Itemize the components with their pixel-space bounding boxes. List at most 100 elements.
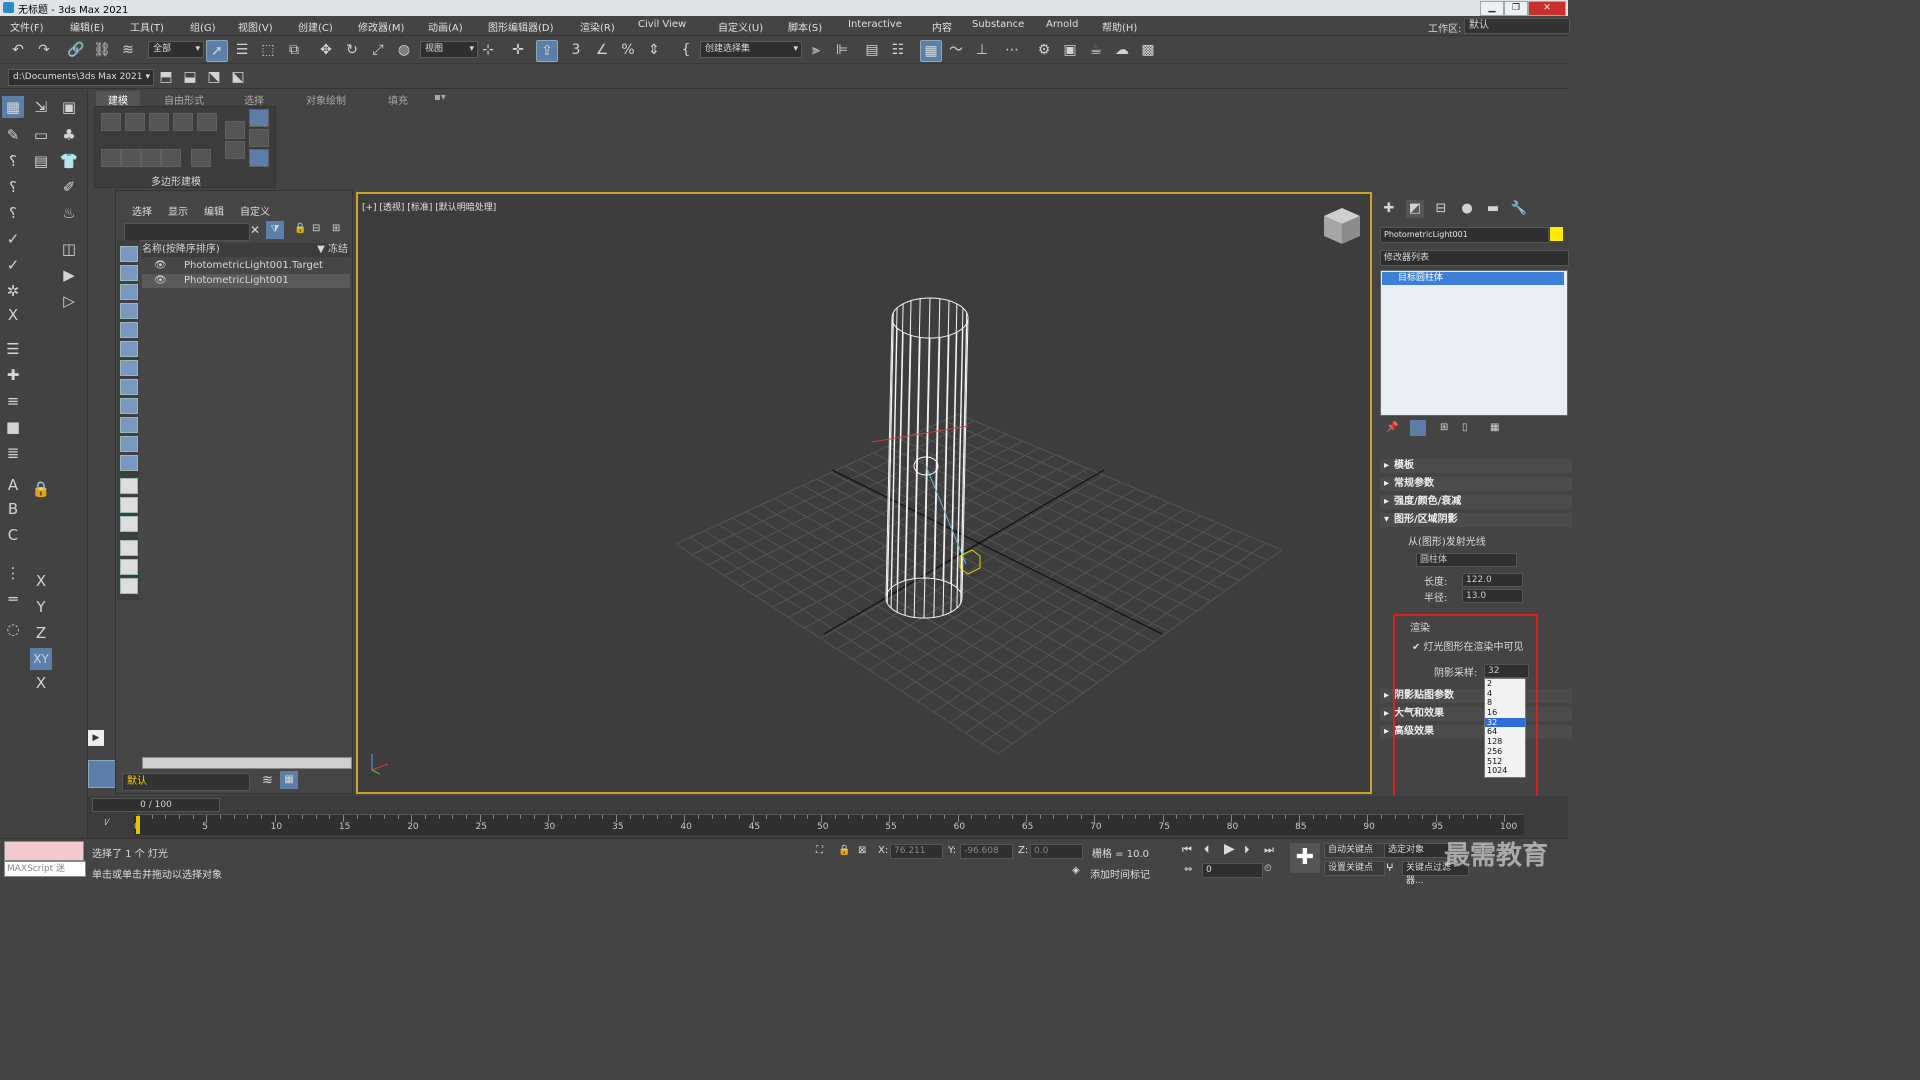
ribbon-tab-selection[interactable]: 选择: [244, 92, 264, 107]
import-icon[interactable]: ⇲: [30, 96, 52, 118]
visibility-eye-icon[interactable]: 👁: [154, 274, 167, 288]
selection-lock-icon[interactable]: 🔒: [838, 845, 850, 856]
dropdown-option-selected[interactable]: 32: [1485, 717, 1525, 728]
dropdown-option[interactable]: 2: [1485, 679, 1525, 689]
next-frame-icon[interactable]: ⏵: [1244, 843, 1250, 857]
display-all-icon[interactable]: [120, 478, 138, 494]
menu-arnold[interactable]: Arnold: [1046, 19, 1078, 30]
auto-key-button[interactable]: 自动关键点: [1324, 843, 1385, 858]
render-icon[interactable]: ☕: [1086, 40, 1106, 60]
ribbon-tab-object-paint[interactable]: 对象绘制: [306, 92, 346, 107]
current-frame-field[interactable]: 0: [1202, 863, 1263, 878]
align-icon[interactable]: ⊫: [832, 40, 852, 60]
freeze-column-label[interactable]: ▼ 冻结: [317, 243, 348, 257]
shape-icon[interactable]: ✓: [2, 228, 24, 250]
create-tab-icon[interactable]: ✚: [1380, 200, 1398, 218]
rollout-shape-shadows[interactable]: 图形/区域阴影: [1380, 513, 1572, 527]
select-object-icon[interactable]: ➚: [206, 40, 228, 62]
filter-xrefs-icon[interactable]: [120, 379, 138, 395]
manipulate-icon[interactable]: ✛: [508, 40, 528, 60]
scene-explorer-icon[interactable]: ▤: [862, 40, 882, 60]
select-grid-icon[interactable]: ▦: [2, 96, 24, 118]
text-c-icon[interactable]: C: [2, 524, 24, 546]
menu-scripting[interactable]: 脚本(S): [788, 19, 822, 34]
place-icon[interactable]: ◍: [394, 40, 414, 60]
menu-content[interactable]: 内容: [932, 19, 952, 34]
edit-icon[interactable]: ⸮: [2, 176, 24, 198]
radius-spinner[interactable]: 13.0: [1462, 589, 1523, 603]
film-icon[interactable]: ▷: [58, 290, 80, 312]
menu-tools[interactable]: 工具(T): [130, 19, 164, 34]
named-selection-select[interactable]: 创建选择集: [700, 41, 802, 58]
display-none-icon[interactable]: [120, 497, 138, 513]
keyboard-shortcut-icon[interactable]: ⇪: [536, 40, 558, 62]
current-frame-marker[interactable]: [136, 816, 140, 834]
hierarchy-icon[interactable]: ▤: [30, 150, 52, 172]
menu-modifiers[interactable]: 修改器(M): [358, 19, 404, 34]
menu-substance[interactable]: Substance: [972, 19, 1024, 30]
stack-down-icon[interactable]: [225, 141, 245, 159]
key-filters-icon[interactable]: ⵖ: [1386, 863, 1394, 874]
name-column-label[interactable]: 名称(按降序排序): [142, 244, 220, 255]
go-to-start-icon[interactable]: ⏮: [1182, 843, 1192, 857]
material-editor-icon[interactable]: ⋯: [1002, 40, 1022, 60]
maxscript-listener[interactable]: [4, 841, 84, 861]
project-folder-icon[interactable]: ⬒: [156, 67, 176, 87]
project-new-icon[interactable]: ⬓: [180, 67, 200, 87]
axis-y-icon[interactable]: Y: [30, 596, 52, 618]
reference-coord-select[interactable]: 视图: [420, 41, 478, 58]
go-to-end-icon[interactable]: ⏭: [1264, 843, 1274, 857]
filter-frozen-icon[interactable]: [120, 436, 138, 452]
element-icon[interactable]: [197, 113, 217, 131]
border-icon[interactable]: [149, 113, 169, 131]
x-coordinate-field[interactable]: 76.211: [890, 844, 943, 859]
sel-3-icon[interactable]: [141, 149, 161, 167]
project-open-icon[interactable]: ⬔: [204, 67, 224, 87]
rect-selection-icon[interactable]: ⬚: [258, 40, 278, 60]
minimize-button[interactable]: ▁: [1480, 1, 1504, 16]
filter-funnel-icon[interactable]: [120, 540, 138, 556]
select-by-name-icon[interactable]: ☰: [232, 40, 252, 60]
add-icon[interactable]: ✚: [2, 364, 24, 386]
filter-hidden-icon[interactable]: [120, 455, 138, 471]
emit-shape-select[interactable]: 圆柱体: [1416, 553, 1517, 567]
clear-search-icon[interactable]: ✕: [250, 223, 260, 237]
set-key-big-icon[interactable]: ✚: [1290, 843, 1320, 873]
isolate-icon[interactable]: ⛶: [816, 845, 823, 856]
menu-view[interactable]: 视图(V): [238, 19, 273, 34]
mini-curve-icon[interactable]: ⁞⁄: [104, 818, 108, 828]
layer-stack-icon[interactable]: ≣: [2, 442, 24, 464]
axis-xy-icon[interactable]: XY: [30, 648, 52, 670]
ribbon-tab-populate[interactable]: 填充: [388, 92, 408, 107]
key-mode-icon[interactable]: ⇔: [1184, 864, 1192, 875]
rendered-frame-icon[interactable]: ▣: [1060, 40, 1080, 60]
undo-icon[interactable]: ↶: [8, 40, 28, 60]
polygon-icon[interactable]: [173, 113, 193, 131]
motion-tab-icon[interactable]: ●: [1458, 200, 1476, 218]
paint-select-icon[interactable]: ✓: [2, 254, 24, 276]
project-path-select[interactable]: d:\Documents\3ds Max 2021: [8, 69, 154, 86]
modifier-list-select[interactable]: 修改器列表: [1380, 250, 1569, 266]
object-color-swatch[interactable]: [1550, 227, 1563, 241]
curve-editor-icon[interactable]: 〜: [946, 40, 966, 60]
angle-snap-icon[interactable]: ∠: [592, 40, 612, 60]
pivot-icon[interactable]: ⊹: [478, 40, 498, 60]
absolute-mode-icon[interactable]: ⊠: [858, 845, 866, 856]
menu-animation[interactable]: 动画(A): [428, 19, 463, 34]
filter-groups-icon[interactable]: [120, 360, 138, 376]
ribbon-tab-freeform[interactable]: 自由形式: [164, 92, 204, 107]
length-spinner[interactable]: 122.0: [1462, 573, 1523, 587]
transform-icon[interactable]: ✲: [2, 280, 24, 302]
visibility-eye-icon[interactable]: 👁: [154, 259, 167, 273]
path-icon[interactable]: ⸮: [2, 202, 24, 224]
pin-stack-icon[interactable]: 📌: [1386, 422, 1398, 433]
viewport-config-icon[interactable]: ▣: [58, 96, 80, 118]
set-key-button[interactable]: 设置关键点: [1324, 861, 1385, 876]
align-a-icon[interactable]: ⋮: [2, 562, 24, 584]
add-time-tag[interactable]: 添加时间标记: [1090, 866, 1150, 881]
perspective-viewport[interactable]: [+] [透视] [标准] [默认明暗处理]: [356, 192, 1372, 794]
menu-help[interactable]: 帮助(H): [1102, 19, 1137, 34]
edge-icon[interactable]: [125, 113, 145, 131]
dropdown-option[interactable]: 1024: [1485, 766, 1525, 776]
sel-1-icon[interactable]: [101, 149, 121, 167]
